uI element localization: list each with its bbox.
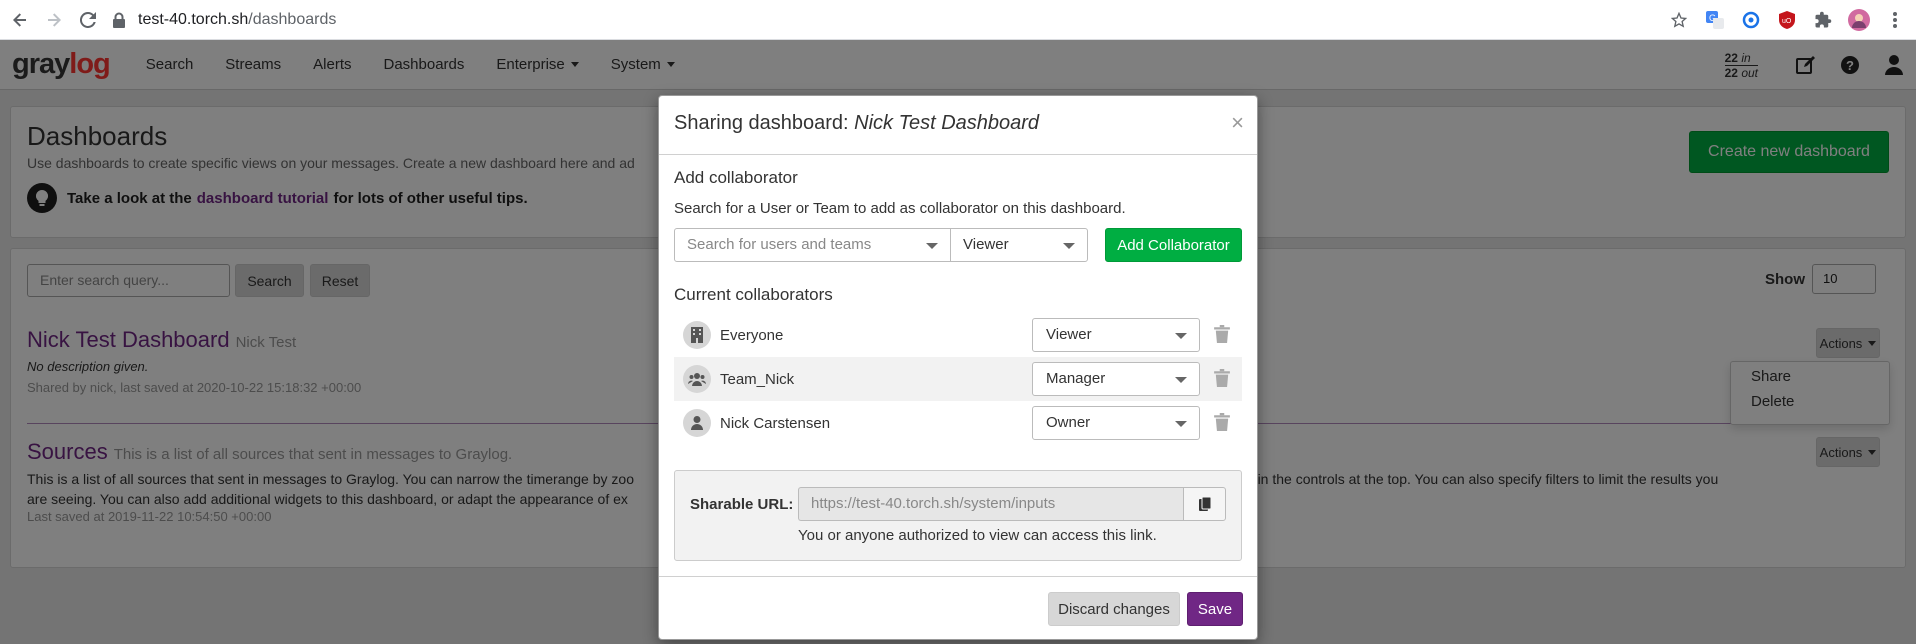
ublock-icon[interactable]: uO bbox=[1776, 9, 1798, 31]
copy-url-button[interactable] bbox=[1183, 487, 1226, 521]
collaborator-role-select[interactable]: Manager bbox=[1032, 362, 1200, 396]
sharable-url-input[interactable]: https://test-40.torch.sh/system/inputs bbox=[798, 487, 1183, 521]
address-bar[interactable]: test-40.torch.sh/dashboards bbox=[112, 0, 336, 40]
profile-avatar-icon[interactable] bbox=[1848, 9, 1870, 31]
add-collaborator-description: Search for a User or Team to add as coll… bbox=[674, 200, 1126, 217]
collaborator-name: Team_Nick bbox=[720, 370, 795, 388]
sharable-url-box: Sharable URL: https://test-40.torch.sh/s… bbox=[674, 470, 1242, 561]
clipboard-icon bbox=[1198, 497, 1211, 511]
collaborator-row: Team_Nick Manager bbox=[674, 357, 1242, 401]
back-icon[interactable] bbox=[6, 6, 34, 34]
chevron-down-icon bbox=[1175, 421, 1187, 427]
lock-icon bbox=[113, 12, 125, 28]
puzzle-icon[interactable] bbox=[1812, 9, 1834, 31]
modal-title-prefix: Sharing dashboard: bbox=[674, 112, 849, 134]
modal-title-entity: Nick Test Dashboard bbox=[854, 112, 1040, 134]
url-path: /dashboards bbox=[248, 10, 337, 28]
collaborator-name: Everyone bbox=[720, 326, 784, 344]
collaborator-role-value: Manager bbox=[1046, 370, 1106, 387]
collaborator-role-select[interactable]: Owner bbox=[1032, 406, 1200, 440]
chevron-down-icon bbox=[1175, 333, 1187, 339]
discard-changes-button[interactable]: Discard changes bbox=[1048, 592, 1180, 626]
star-icon[interactable] bbox=[1668, 9, 1690, 31]
sharing-modal: Sharing dashboard: Nick Test Dashboard ×… bbox=[658, 95, 1258, 640]
close-icon[interactable]: × bbox=[1231, 110, 1244, 136]
chevron-down-icon bbox=[1063, 243, 1075, 249]
chevron-down-icon bbox=[1175, 377, 1187, 383]
sharable-url-label: Sharable URL: bbox=[690, 496, 794, 513]
collaborator-search-select[interactable]: Search for users and teams bbox=[674, 228, 951, 262]
collaborator-row: Nick Carstensen Owner bbox=[674, 401, 1242, 445]
translate-icon[interactable]: G bbox=[1704, 9, 1726, 31]
add-collaborator-heading: Add collaborator bbox=[674, 168, 798, 187]
url-host: test-40.torch.sh bbox=[138, 10, 249, 28]
trash-icon[interactable] bbox=[1214, 369, 1230, 387]
collaborator-name: Nick Carstensen bbox=[720, 414, 831, 432]
reload-icon[interactable] bbox=[74, 6, 102, 34]
new-collaborator-role-select[interactable]: Viewer bbox=[950, 228, 1088, 262]
user-icon bbox=[683, 409, 711, 437]
sharable-url-help: You or anyone authorized to view can acc… bbox=[798, 527, 1157, 544]
current-collaborators-heading: Current collaborators bbox=[674, 285, 833, 304]
collaborator-role-value: Owner bbox=[1046, 414, 1091, 431]
modal-header: Sharing dashboard: Nick Test Dashboard × bbox=[659, 96, 1257, 155]
forward-icon[interactable] bbox=[40, 6, 68, 34]
save-button[interactable]: Save bbox=[1187, 592, 1243, 626]
users-icon bbox=[683, 365, 711, 393]
menu-kebab-icon[interactable] bbox=[1884, 9, 1906, 31]
extension-icon[interactable] bbox=[1740, 9, 1762, 31]
collaborator-role-value: Viewer bbox=[1046, 326, 1092, 343]
trash-icon[interactable] bbox=[1214, 413, 1230, 431]
modal-footer: Discard changes Save bbox=[659, 576, 1257, 640]
trash-icon[interactable] bbox=[1214, 325, 1230, 343]
svg-text:uO: uO bbox=[1782, 18, 1792, 25]
collaborator-search-placeholder: Search for users and teams bbox=[687, 236, 872, 253]
chevron-down-icon bbox=[926, 243, 938, 249]
browser-toolbar: test-40.torch.sh/dashboards G uO bbox=[0, 0, 1916, 40]
add-collaborator-button[interactable]: Add Collaborator bbox=[1105, 228, 1242, 262]
collaborator-role-select[interactable]: Viewer bbox=[1032, 318, 1200, 352]
modal-title: Sharing dashboard: Nick Test Dashboard bbox=[674, 112, 1039, 135]
new-collaborator-role-value: Viewer bbox=[963, 236, 1009, 253]
collaborator-row: Everyone Viewer bbox=[674, 313, 1242, 357]
building-icon bbox=[683, 321, 711, 349]
